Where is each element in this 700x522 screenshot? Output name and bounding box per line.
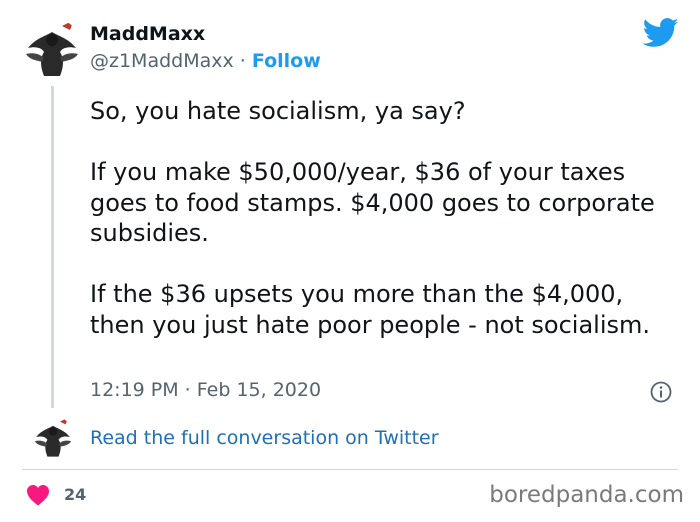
conversation-avatar[interactable] bbox=[32, 416, 74, 458]
read-conversation-link[interactable]: Read the full conversation on Twitter bbox=[90, 427, 439, 449]
follow-button[interactable]: Follow bbox=[252, 50, 321, 72]
tweet-timestamp[interactable]: 12:19 PM · Feb 15, 2020 bbox=[90, 379, 321, 401]
tweet-text: So, you hate socialism, ya say? If you m… bbox=[90, 96, 680, 340]
divider bbox=[22, 469, 678, 470]
like-count: 24 bbox=[64, 485, 87, 504]
tweet-paragraph: If you make $50,000/year, $36 of your ta… bbox=[90, 158, 655, 247]
watermark: boredpanda.com bbox=[489, 482, 684, 508]
author-handle-row: @z1MaddMaxx · Follow bbox=[90, 50, 321, 72]
heart-icon[interactable] bbox=[26, 484, 50, 506]
thread-line bbox=[51, 86, 54, 408]
tweet-paragraph: So, you hate socialism, ya say? bbox=[90, 97, 466, 125]
author-name[interactable]: MaddMaxx bbox=[90, 23, 205, 45]
separator-dot: · bbox=[233, 50, 252, 72]
tweet-paragraph: If the $36 upsets you more than the $4,0… bbox=[90, 280, 651, 339]
author-handle[interactable]: @z1MaddMaxx bbox=[90, 50, 234, 72]
author-avatar[interactable] bbox=[22, 18, 82, 78]
twitter-bird-icon[interactable] bbox=[643, 18, 679, 48]
info-icon[interactable] bbox=[650, 381, 672, 403]
